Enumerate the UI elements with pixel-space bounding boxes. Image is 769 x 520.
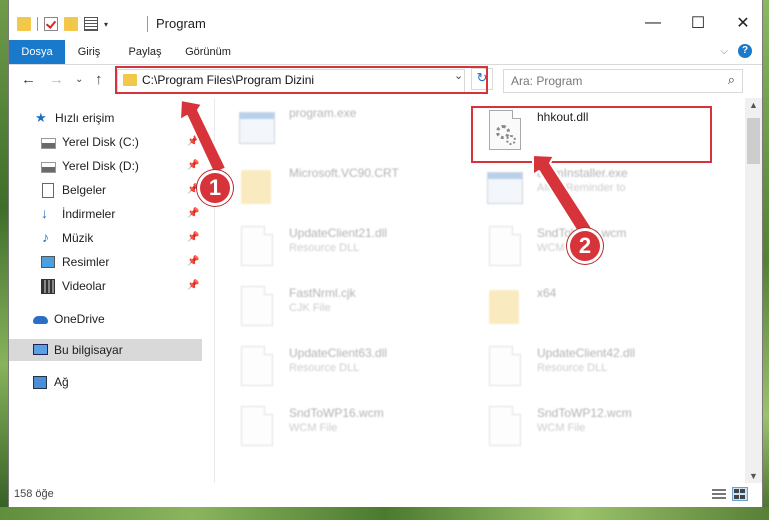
arrow-1-icon <box>179 99 227 175</box>
annotation-arrows <box>179 99 593 237</box>
callout-step-2: 2 <box>567 228 603 264</box>
arrow-2-icon <box>532 154 593 237</box>
callout-step-1: 1 <box>197 170 233 206</box>
